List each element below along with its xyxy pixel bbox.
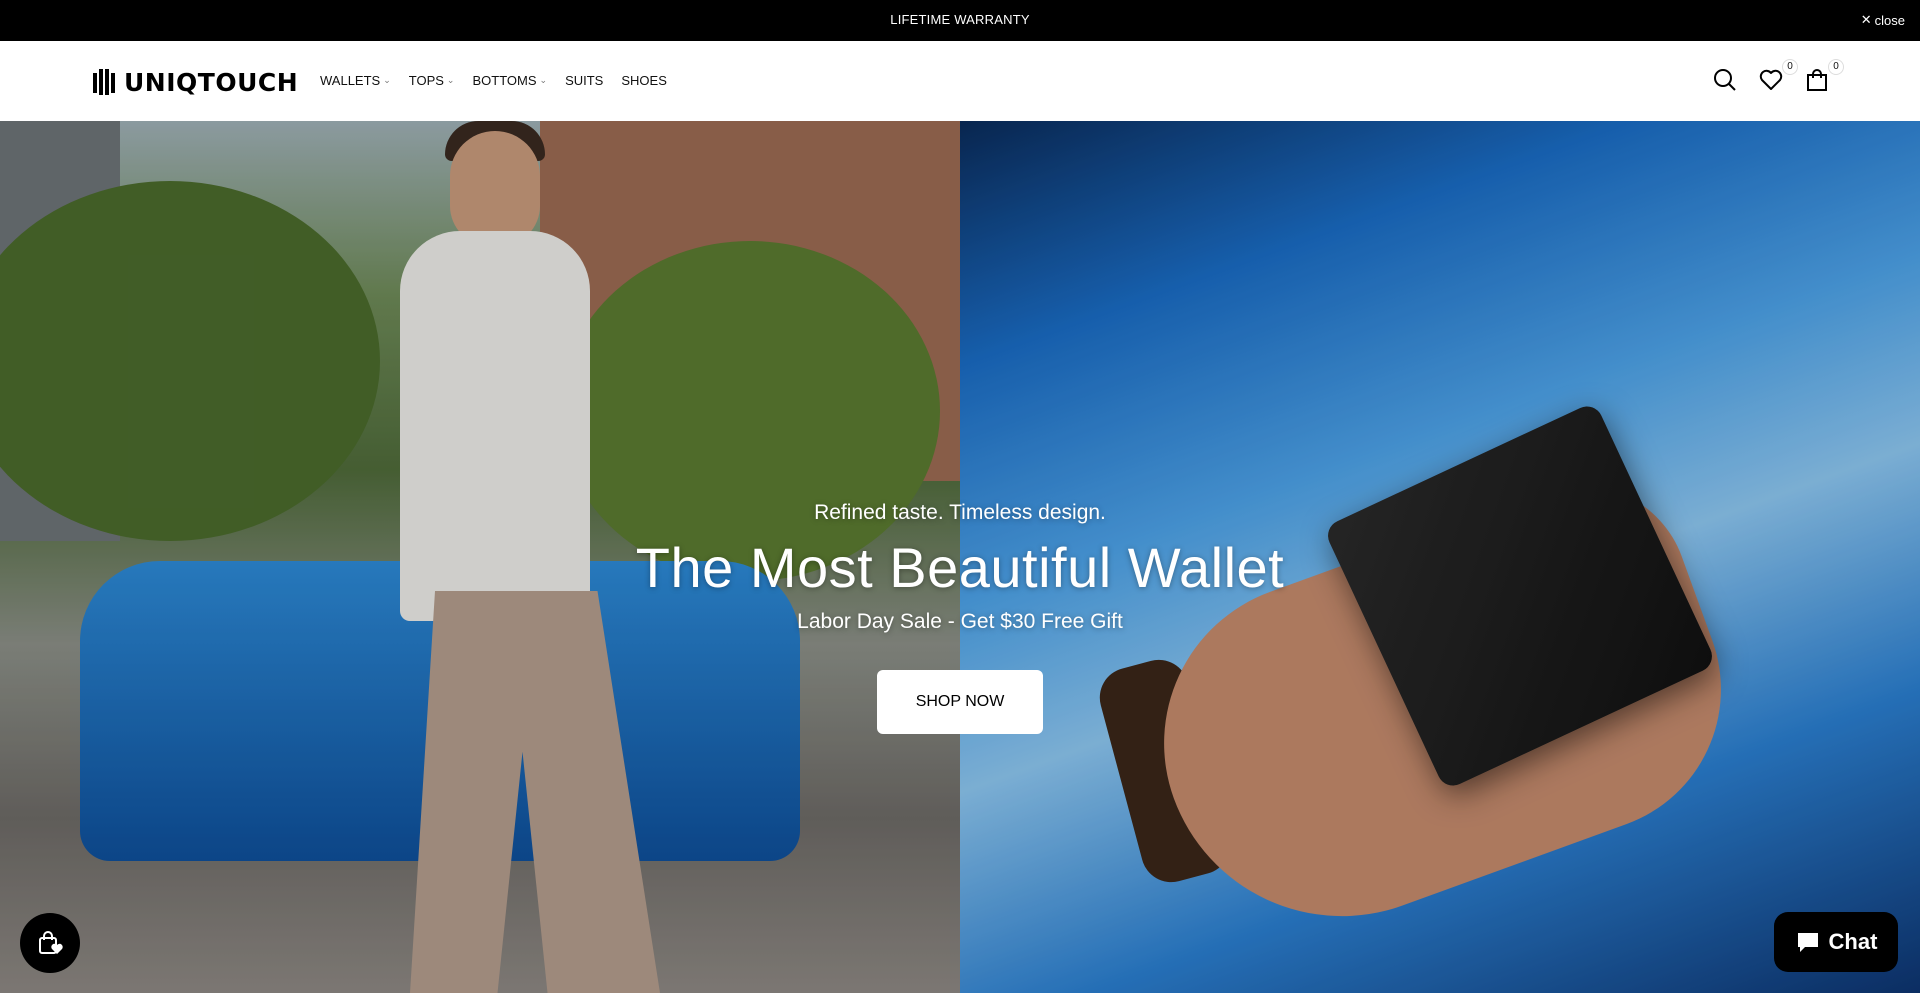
- logo[interactable]: UNIQTOUCH: [90, 67, 298, 97]
- chat-label: Chat: [1828, 929, 1878, 954]
- chat-button[interactable]: Chat: [1774, 912, 1898, 972]
- bag-icon: [1807, 69, 1827, 91]
- cart-button[interactable]: 0: [1804, 59, 1844, 93]
- announcement-close-button[interactable]: ✕ close: [1861, 12, 1905, 28]
- close-icon: ✕: [1860, 12, 1872, 27]
- site-header: UNIQTOUCH WALLETS ⌄ TOPS ⌄ BOTTOMS ⌄ SUI…: [0, 41, 1920, 121]
- nav-item-bottoms[interactable]: BOTTOMS ⌄: [472, 73, 547, 88]
- hero-offer: Labor Day Sale - Get $30 Free Gift: [797, 610, 1123, 633]
- wishlist-button[interactable]: 0: [1758, 59, 1798, 93]
- search-icon: [1714, 69, 1736, 91]
- hero-title: The Most Beautiful Wallet: [635, 536, 1285, 599]
- logo-text: UNIQTOUCH: [124, 67, 299, 97]
- nav-item-suits[interactable]: SUITS: [565, 73, 603, 88]
- nav-label: BOTTOMS: [472, 73, 537, 88]
- nav-label: SUITS: [565, 73, 604, 88]
- chevron-down-icon: ⌄: [383, 75, 391, 85]
- main-nav: WALLETS ⌄ TOPS ⌄ BOTTOMS ⌄ SUITS SHOES: [320, 73, 667, 88]
- chevron-down-icon: ⌄: [446, 75, 455, 85]
- announcement-bar: LIFETIME WARRANTY ✕ close: [0, 0, 1920, 41]
- search-button[interactable]: [1712, 67, 1738, 93]
- hero-banner[interactable]: Refined taste. Timeless design. The Most…: [0, 121, 1920, 993]
- heart-icon: [1759, 69, 1783, 90]
- chat-icon: [1797, 933, 1818, 952]
- header-actions: 0 0: [1712, 59, 1844, 93]
- nav-item-wallets[interactable]: WALLETS ⌄: [320, 73, 391, 88]
- nav-label: SHOES: [621, 73, 667, 88]
- wishlist-count: 0: [1782, 59, 1798, 75]
- cart-count: 0: [1828, 59, 1844, 75]
- nav-label: WALLETS: [320, 73, 381, 88]
- rewards-launcher-button[interactable]: [20, 913, 80, 973]
- hero-copy: Refined taste. Timeless design. The Most…: [0, 501, 1920, 634]
- close-label: close: [1874, 12, 1905, 28]
- nav-item-shoes[interactable]: SHOES: [621, 73, 667, 88]
- logo-icon: [93, 69, 115, 95]
- hero-subtitle: Refined taste. Timeless design.: [814, 501, 1106, 524]
- shop-now-button[interactable]: SHOP NOW: [877, 670, 1043, 734]
- chevron-down-icon: ⌄: [539, 75, 548, 85]
- announcement-text: LIFETIME WARRANTY: [890, 12, 1030, 27]
- nav-label: TOPS: [408, 73, 444, 88]
- nav-item-tops[interactable]: TOPS ⌄: [409, 73, 455, 88]
- bag-heart-icon: [39, 931, 63, 954]
